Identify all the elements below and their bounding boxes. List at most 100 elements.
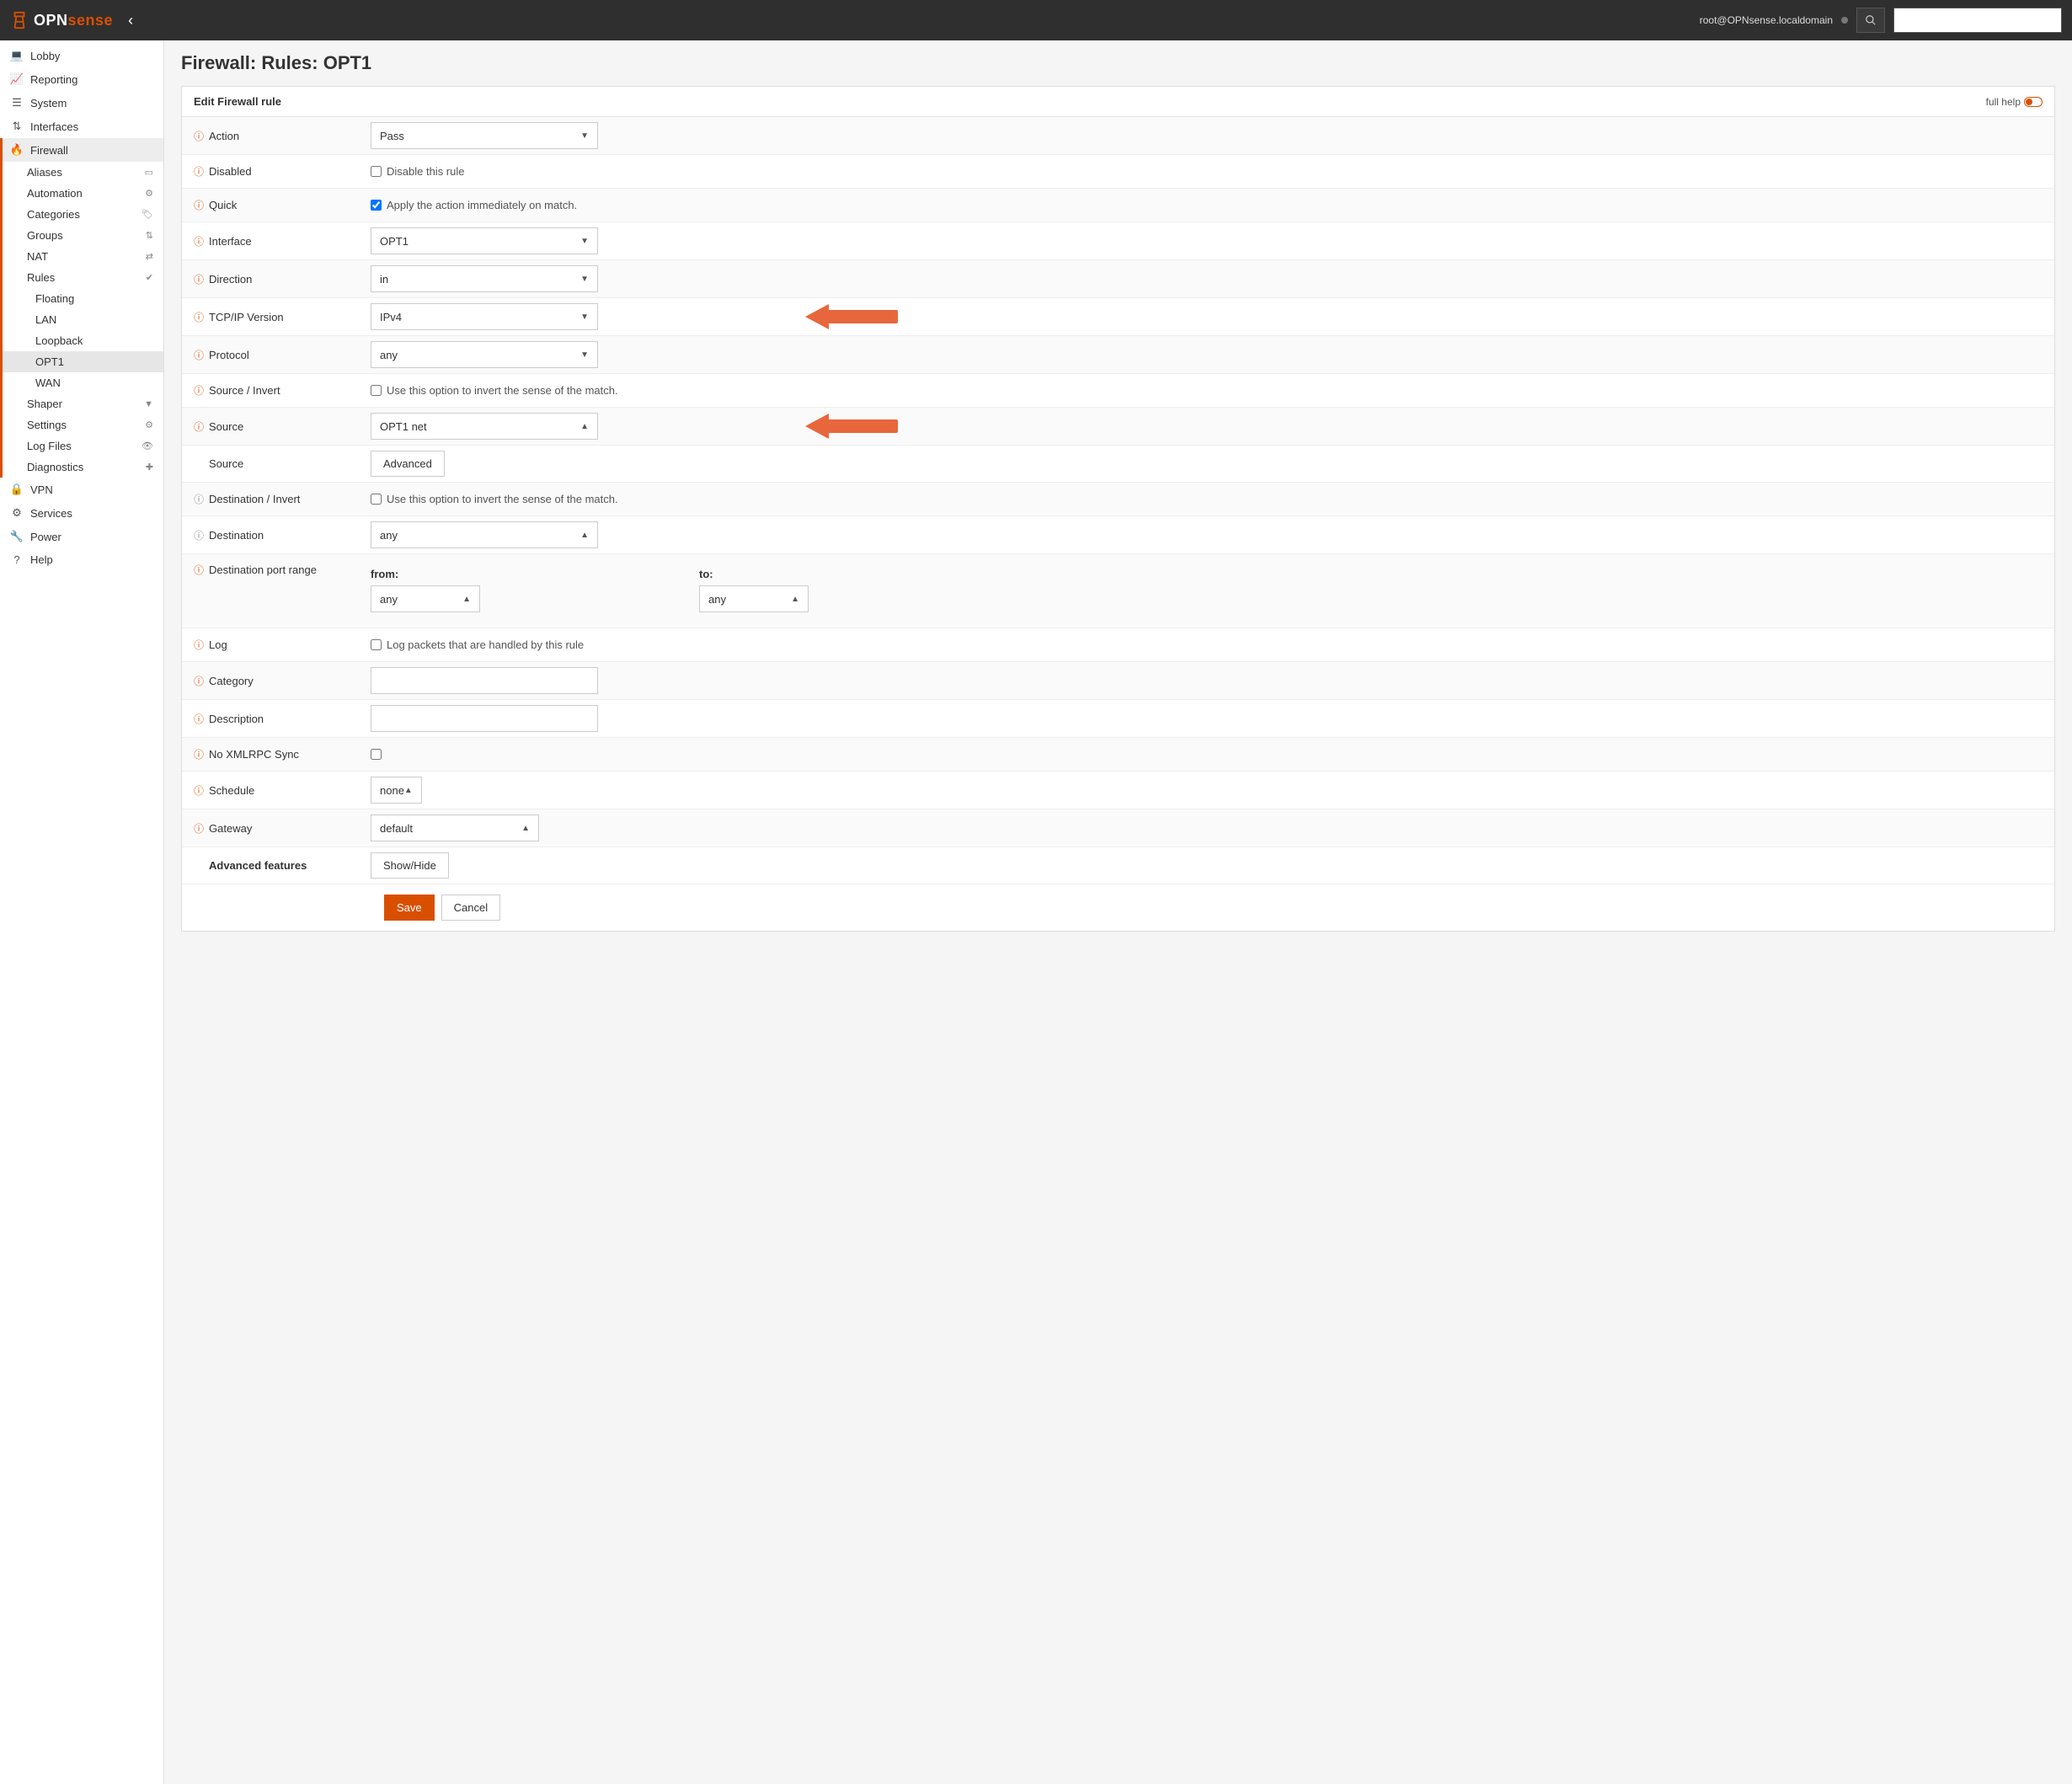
info-icon[interactable]: ⓘ xyxy=(194,528,204,542)
info-icon[interactable]: ⓘ xyxy=(194,712,204,726)
nav-nat[interactable]: NAT⇄ xyxy=(3,246,163,267)
xmlrpc-label: No XMLRPC Sync xyxy=(209,748,299,761)
port-to-select[interactable]: any▲ xyxy=(699,585,809,612)
src-invert-checkbox[interactable] xyxy=(371,385,382,396)
server-icon: ☰ xyxy=(10,96,24,109)
info-icon[interactable]: ⓘ xyxy=(194,383,204,398)
caret-up-icon: ▲ xyxy=(791,595,799,604)
tcpip-select[interactable]: IPv4▼ xyxy=(371,303,598,330)
user-label[interactable]: root@OPNsense.localdomain xyxy=(1700,14,1833,26)
wrench-icon: 🔧 xyxy=(10,530,24,543)
dst-port-label: Destination port range xyxy=(209,564,317,576)
nav-rules-loopback[interactable]: Loopback xyxy=(3,330,163,351)
brand-sense: sense xyxy=(68,12,114,29)
nav-system[interactable]: ☰System xyxy=(0,91,163,115)
caret-down-icon: ▼ xyxy=(580,131,589,141)
source-label: Source xyxy=(209,420,243,433)
log-checkbox[interactable] xyxy=(371,639,382,650)
nav-aliases[interactable]: Aliases▭ xyxy=(3,162,163,183)
info-icon[interactable]: ⓘ xyxy=(194,821,204,836)
laptop-icon: 💻 xyxy=(10,49,24,62)
full-help-toggle[interactable]: full help xyxy=(1986,96,2043,108)
info-icon[interactable]: ⓘ xyxy=(194,638,204,652)
nav-shaper[interactable]: Shaper▼ xyxy=(3,393,163,414)
nav-services[interactable]: ⚙Services xyxy=(0,501,163,525)
info-icon[interactable]: ⓘ xyxy=(194,747,204,761)
nav-help[interactable]: ?Help xyxy=(0,548,163,571)
nav-interfaces[interactable]: ⇅Interfaces xyxy=(0,115,163,138)
showhide-button[interactable]: Show/Hide xyxy=(371,852,449,879)
edit-rule-panel: Edit Firewall rule full help ⓘAction Pas… xyxy=(181,86,2055,932)
nav-rules-wan[interactable]: WAN xyxy=(3,372,163,393)
port-from-select[interactable]: any▲ xyxy=(371,585,480,612)
dst-invert-checkbox[interactable] xyxy=(371,494,382,505)
caret-up-icon: ▲ xyxy=(580,422,589,431)
nav-categories[interactable]: Categories🏷 xyxy=(3,204,163,225)
info-icon[interactable]: ⓘ xyxy=(194,563,204,577)
category-input[interactable] xyxy=(371,667,598,694)
nav-groups[interactable]: Groups⇅ xyxy=(3,225,163,246)
check-icon: ✔ xyxy=(146,272,153,283)
interface-select[interactable]: OPT1▼ xyxy=(371,227,598,254)
nav-rules-opt1[interactable]: OPT1 xyxy=(3,351,163,372)
direction-select[interactable]: in▼ xyxy=(371,265,598,292)
cancel-button[interactable]: Cancel xyxy=(441,895,500,921)
nav-automation[interactable]: Automation⚙ xyxy=(3,183,163,204)
disabled-checkbox[interactable] xyxy=(371,166,382,177)
panel-title: Edit Firewall rule xyxy=(194,95,281,108)
caret-down-icon: ▼ xyxy=(580,237,589,246)
nav-firewall[interactable]: 🔥Firewall xyxy=(0,138,163,162)
info-icon[interactable]: ⓘ xyxy=(194,129,204,143)
nav-rules[interactable]: Rules✔ xyxy=(3,267,163,288)
topbar: OPNsense ‹ root@OPNsense.localdomain xyxy=(0,0,2072,40)
interface-label: Interface xyxy=(209,235,252,248)
source-select[interactable]: OPT1 net▲ xyxy=(371,413,598,440)
nav-settings[interactable]: Settings⚙ xyxy=(3,414,163,435)
xmlrpc-checkbox[interactable] xyxy=(371,749,382,760)
nav-diagnostics[interactable]: Diagnostics✚ xyxy=(3,457,163,478)
nav-rules-lan[interactable]: LAN xyxy=(3,309,163,330)
medkit-icon: ✚ xyxy=(146,462,153,473)
info-icon[interactable]: ⓘ xyxy=(194,272,204,286)
dst-invert-label: Destination / Invert xyxy=(209,493,300,505)
destination-select[interactable]: any▲ xyxy=(371,521,598,548)
info-icon[interactable]: ⓘ xyxy=(194,310,204,324)
source-advanced-button[interactable]: Advanced xyxy=(371,451,445,477)
info-icon[interactable]: ⓘ xyxy=(194,348,204,362)
brand-logo[interactable]: OPNsense xyxy=(10,11,113,29)
advanced-label: Advanced features xyxy=(209,859,307,872)
nav-vpn[interactable]: 🔒VPN xyxy=(0,478,163,501)
description-input[interactable] xyxy=(371,705,598,732)
tcpip-label: TCP/IP Version xyxy=(209,311,284,323)
nav-reporting[interactable]: 📈Reporting xyxy=(0,67,163,91)
protocol-select[interactable]: any▼ xyxy=(371,341,598,368)
action-select[interactable]: Pass▼ xyxy=(371,122,598,149)
info-icon[interactable]: ⓘ xyxy=(194,164,204,179)
brand-opn: OPN xyxy=(34,12,68,29)
gateway-select[interactable]: default▲ xyxy=(371,815,539,841)
nav-lobby[interactable]: 💻Lobby xyxy=(0,44,163,67)
nav-power[interactable]: 🔧Power xyxy=(0,525,163,548)
sidebar-collapse-icon[interactable]: ‹ xyxy=(128,12,133,29)
category-label: Category xyxy=(209,675,254,687)
info-icon[interactable]: ⓘ xyxy=(194,783,204,798)
search-input[interactable] xyxy=(1893,8,2062,33)
quick-label: Quick xyxy=(209,199,237,211)
port-from-label: from: xyxy=(371,568,480,580)
tag-icon: 🏷 xyxy=(142,209,153,220)
info-icon[interactable]: ⓘ xyxy=(194,234,204,248)
info-icon[interactable]: ⓘ xyxy=(194,419,204,434)
nav-logfiles[interactable]: Log Files👁 xyxy=(3,435,163,457)
schedule-select[interactable]: none▲ xyxy=(371,777,422,804)
search-button[interactable] xyxy=(1856,8,1885,33)
exchange-icon: ⇄ xyxy=(146,251,153,262)
chart-icon: 📈 xyxy=(10,72,24,86)
save-button[interactable]: Save xyxy=(384,895,435,921)
info-icon[interactable]: ⓘ xyxy=(194,674,204,688)
info-icon[interactable]: ⓘ xyxy=(194,198,204,212)
gear-icon: ⚙ xyxy=(145,419,153,430)
info-icon[interactable]: ⓘ xyxy=(194,492,204,506)
nav-rules-floating[interactable]: Floating xyxy=(3,288,163,309)
destination-label: Destination xyxy=(209,529,264,542)
quick-checkbox[interactable] xyxy=(371,200,382,211)
